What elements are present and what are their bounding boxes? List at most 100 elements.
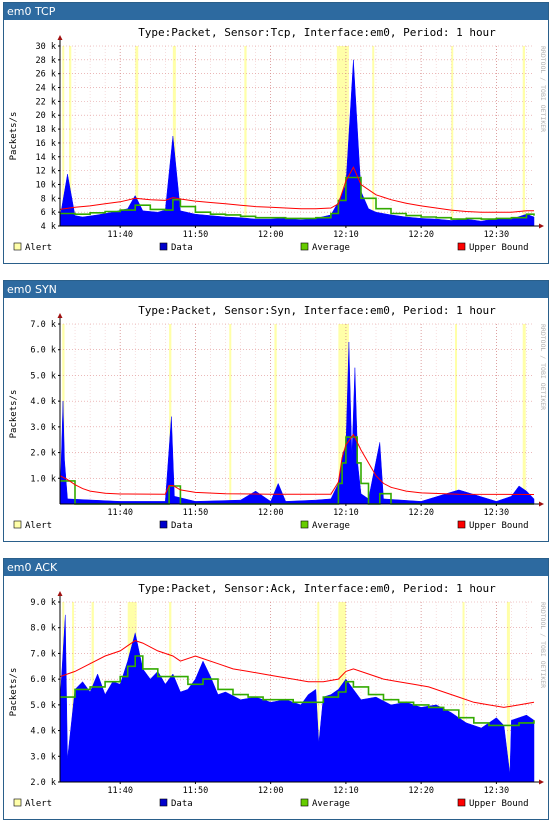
legend-label: Data (171, 243, 193, 253)
panel-title: em0 SYN (4, 281, 548, 298)
legend-label: Alert (25, 521, 52, 531)
y-tick-label: 7.0 k (30, 320, 56, 330)
y-axis-arrow (57, 591, 63, 596)
plot-area (60, 324, 534, 504)
chart-syn: Type:Packet, Sensor:Syn, Interface:em0, … (9, 304, 547, 531)
x-tick-label: 11:40 (107, 230, 133, 240)
y-tick-label: 4 k (41, 222, 56, 232)
legend-swatch (159, 798, 168, 807)
y-tick-label: 30 k (36, 42, 56, 52)
y-axis-label: Packets/s (9, 390, 19, 439)
y-axis-label: Packets/s (9, 112, 19, 161)
y-tick-label: 14 k (36, 153, 56, 163)
legend-label: Upper Bound (469, 799, 529, 809)
legend-swatch (300, 520, 309, 529)
legend-swatch (13, 520, 22, 529)
x-tick-label: 11:50 (183, 230, 209, 240)
alert-band (229, 324, 232, 504)
chart-title: Type:Packet, Sensor:Syn, Interface:em0, … (138, 304, 496, 317)
y-tick-label: 6 k (41, 208, 56, 218)
chart-tcp: Type:Packet, Sensor:Tcp, Interface:em0, … (9, 26, 547, 253)
y-tick-label: 12 k (36, 167, 56, 177)
panel-title: em0 TCP (4, 3, 548, 20)
y-tick-label: 1.0 k (30, 474, 56, 484)
y-tick-label: 6.0 k (30, 346, 56, 356)
x-tick-label: 12:10 (333, 230, 359, 240)
alert-band (455, 324, 457, 504)
x-tick-label: 12:10 (333, 786, 359, 796)
x-axis-arrow (539, 501, 544, 507)
alert-band (522, 46, 525, 226)
y-tick-label: 8 k (41, 194, 56, 204)
x-tick-label: 12:20 (408, 786, 434, 796)
legend-swatch (13, 798, 22, 807)
legend-label: Data (171, 799, 193, 809)
x-tick-label: 11:50 (183, 786, 209, 796)
y-axis-arrow (57, 35, 63, 40)
legend-swatch (457, 520, 466, 529)
x-tick-label: 12:00 (258, 230, 284, 240)
y-tick-label: 6.0 k (30, 675, 56, 685)
watermark: RRDTOOL / TOBI OETIKER (539, 602, 547, 688)
legend-swatch (159, 242, 168, 251)
y-axis-arrow (57, 313, 63, 318)
y-tick-label: 3.0 k (30, 423, 56, 433)
legend-label: Average (312, 243, 350, 253)
watermark: RRDTOOL / TOBI OETIKER (539, 46, 547, 132)
chart-title: Type:Packet, Sensor:Tcp, Interface:em0, … (138, 26, 496, 39)
panel-syn: em0 SYN Type:Packet, Sensor:Syn, Interfa… (3, 280, 549, 542)
y-tick-label: 20 k (36, 111, 56, 121)
legend-label: Alert (25, 799, 52, 809)
y-tick-label: 4.0 k (30, 727, 56, 737)
panel-ack: em0 ACK Type:Packet, Sensor:Ack, Interfa… (3, 558, 549, 820)
alert-band (274, 324, 277, 504)
legend-swatch (159, 520, 168, 529)
legend-swatch (457, 798, 466, 807)
y-tick-label: 5.0 k (30, 371, 56, 381)
x-tick-label: 12:20 (408, 508, 434, 518)
x-axis-arrow (539, 223, 544, 229)
y-tick-label: 4.0 k (30, 397, 56, 407)
y-tick-label: 28 k (36, 56, 56, 66)
legend-label: Average (312, 521, 350, 531)
legend-label: Upper Bound (469, 243, 529, 253)
y-tick-label: 24 k (36, 84, 56, 94)
legend-label: Data (171, 521, 193, 531)
legend-swatch (13, 242, 22, 251)
panel-title: em0 ACK (4, 559, 548, 576)
x-tick-label: 12:30 (484, 230, 510, 240)
legend-swatch (457, 242, 466, 251)
alert-band (522, 324, 526, 504)
alert-band (244, 46, 247, 226)
y-tick-label: 2.0 k (30, 449, 56, 459)
x-tick-label: 12:10 (333, 508, 359, 518)
watermark: RRDTOOL / TOBI OETIKER (539, 324, 547, 410)
y-tick-label: 26 k (36, 70, 56, 80)
y-tick-label: 10 k (36, 180, 56, 190)
y-tick-label: 18 k (36, 125, 56, 135)
chart-title: Type:Packet, Sensor:Ack, Interface:em0, … (138, 582, 496, 595)
x-tick-label: 11:40 (107, 786, 133, 796)
y-tick-label: 7.0 k (30, 649, 56, 659)
y-tick-label: 8.0 k (30, 624, 56, 634)
x-tick-label: 11:40 (107, 508, 133, 518)
y-tick-label: 3.0 k (30, 752, 56, 762)
y-axis-label: Packets/s (9, 668, 19, 717)
legend-swatch (300, 242, 309, 251)
x-tick-label: 12:20 (408, 230, 434, 240)
legend-label: Alert (25, 243, 52, 253)
x-tick-label: 12:30 (484, 508, 510, 518)
x-tick-label: 12:30 (484, 786, 510, 796)
legend-label: Average (312, 799, 350, 809)
x-tick-label: 12:00 (258, 508, 284, 518)
x-tick-label: 12:00 (258, 786, 284, 796)
y-tick-label: 2.0 k (30, 778, 56, 788)
x-tick-label: 11:50 (183, 508, 209, 518)
panel-tcp: em0 TCP Type:Packet, Sensor:Tcp, Interfa… (3, 2, 549, 264)
x-axis-arrow (539, 779, 544, 785)
y-tick-label: 16 k (36, 139, 56, 149)
legend-label: Upper Bound (469, 521, 529, 531)
y-tick-label: 5.0 k (30, 701, 56, 711)
legend-swatch (300, 798, 309, 807)
y-tick-label: 22 k (36, 97, 56, 107)
